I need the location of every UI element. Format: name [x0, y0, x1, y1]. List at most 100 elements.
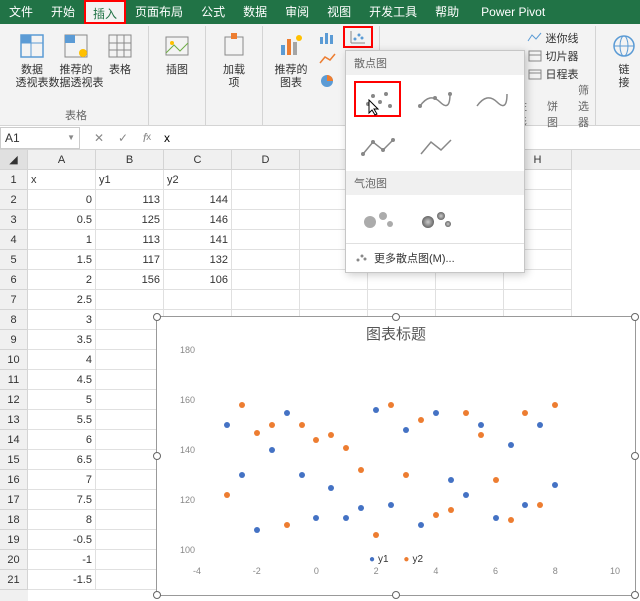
row-header[interactable]: 14 [0, 430, 28, 450]
col-header[interactable]: C [164, 150, 232, 170]
enter-formula-button[interactable]: ✓ [112, 128, 134, 148]
resize-handle[interactable] [153, 313, 161, 321]
cell[interactable]: 5 [28, 390, 96, 410]
bubble-3d-option[interactable] [412, 201, 460, 237]
cell[interactable] [436, 270, 504, 290]
cell[interactable]: 3 [28, 310, 96, 330]
row-header[interactable]: 7 [0, 290, 28, 310]
resize-handle[interactable] [392, 313, 400, 321]
row-header[interactable]: 5 [0, 250, 28, 270]
cell[interactable] [96, 410, 164, 430]
cell[interactable] [300, 270, 368, 290]
recommended-charts-button[interactable]: 推荐的 图表 [269, 26, 313, 94]
cell[interactable] [368, 290, 436, 310]
cell[interactable]: -1 [28, 550, 96, 570]
row-header[interactable]: 8 [0, 310, 28, 330]
row-header[interactable]: 21 [0, 570, 28, 590]
scatter-smooth-option[interactable] [411, 81, 458, 117]
pivot-table-button[interactable]: 数据 透视表 [10, 26, 54, 94]
cell[interactable] [96, 290, 164, 310]
tab-powerpivot[interactable]: Power Pivot [472, 0, 554, 24]
tab-layout[interactable]: 页面布局 [126, 0, 192, 24]
cell[interactable]: -1.5 [28, 570, 96, 590]
pictures-button[interactable]: 插图 [155, 26, 199, 81]
col-header[interactable]: A [28, 150, 96, 170]
slicer-button[interactable]: 切片器 [527, 48, 579, 64]
resize-handle[interactable] [631, 452, 639, 460]
scatter-smooth-nomarker-option[interactable] [469, 81, 516, 117]
cell[interactable] [96, 330, 164, 350]
column-chart-button[interactable] [313, 26, 343, 48]
row-header[interactable]: 16 [0, 470, 28, 490]
cell[interactable]: 6.5 [28, 450, 96, 470]
cell[interactable]: 1 [28, 230, 96, 250]
tab-file[interactable]: 文件 [0, 0, 42, 24]
cell[interactable]: 141 [164, 230, 232, 250]
row-header[interactable]: 4 [0, 230, 28, 250]
cell[interactable]: y2 [164, 170, 232, 190]
cell[interactable]: 1.5 [28, 250, 96, 270]
cell[interactable]: 2.5 [28, 290, 96, 310]
cell[interactable]: 5.5 [28, 410, 96, 430]
cell[interactable] [96, 570, 164, 590]
cancel-formula-button[interactable]: ✕ [88, 128, 110, 148]
cell[interactable] [368, 270, 436, 290]
resize-handle[interactable] [153, 452, 161, 460]
cell[interactable]: 113 [96, 190, 164, 210]
cell[interactable] [232, 210, 300, 230]
cell[interactable]: -0.5 [28, 530, 96, 550]
more-scatter-option[interactable]: 更多散点图(M)... [346, 243, 524, 272]
tab-review[interactable]: 审阅 [276, 0, 318, 24]
resize-handle[interactable] [631, 591, 639, 599]
row-header[interactable]: 19 [0, 530, 28, 550]
row-header[interactable]: 15 [0, 450, 28, 470]
name-box[interactable]: A1▼ [0, 127, 80, 149]
cell[interactable]: 132 [164, 250, 232, 270]
line-chart-button[interactable] [313, 48, 343, 70]
cell[interactable] [96, 530, 164, 550]
timeline-button[interactable]: 日程表 [527, 66, 579, 82]
row-header[interactable]: 1 [0, 170, 28, 190]
cell[interactable] [96, 390, 164, 410]
cell[interactable] [232, 250, 300, 270]
col-header[interactable]: D [232, 150, 300, 170]
tab-dev[interactable]: 开发工具 [360, 0, 426, 24]
row-header[interactable]: 18 [0, 510, 28, 530]
tab-help[interactable]: 帮助 [426, 0, 468, 24]
cell[interactable] [232, 290, 300, 310]
row-header[interactable]: 17 [0, 490, 28, 510]
cell[interactable] [504, 290, 572, 310]
col-header[interactable]: B [96, 150, 164, 170]
cell[interactable]: 113 [96, 230, 164, 250]
cell[interactable] [96, 470, 164, 490]
cell[interactable]: 2 [28, 270, 96, 290]
bubble-option[interactable] [354, 201, 402, 237]
tab-insert[interactable]: 插入 [84, 0, 126, 24]
cell[interactable]: 106 [164, 270, 232, 290]
cell[interactable] [232, 170, 300, 190]
recommended-pivot-button[interactable]: 推荐的 数据透视表 [54, 26, 98, 94]
scatter-lines-option[interactable] [354, 129, 402, 165]
cell[interactable]: 117 [96, 250, 164, 270]
cell[interactable]: 7.5 [28, 490, 96, 510]
tab-view[interactable]: 视图 [318, 0, 360, 24]
row-header[interactable]: 20 [0, 550, 28, 570]
scatter-plain-option[interactable] [354, 81, 401, 117]
row-header[interactable]: 3 [0, 210, 28, 230]
fx-button[interactable]: fx [136, 128, 158, 148]
row-header[interactable]: 10 [0, 350, 28, 370]
cell[interactable]: 0.5 [28, 210, 96, 230]
pie-chart-button[interactable] [313, 70, 343, 92]
cell[interactable]: 144 [164, 190, 232, 210]
resize-handle[interactable] [631, 313, 639, 321]
row-header[interactable]: 9 [0, 330, 28, 350]
cell[interactable]: 156 [96, 270, 164, 290]
cell[interactable] [96, 510, 164, 530]
cell[interactable]: 3.5 [28, 330, 96, 350]
cell[interactable]: 6 [28, 430, 96, 450]
scatter-lines-nomarker-option[interactable] [412, 129, 460, 165]
cell[interactable]: 146 [164, 210, 232, 230]
cell[interactable]: 4.5 [28, 370, 96, 390]
row-header[interactable]: 6 [0, 270, 28, 290]
link-button[interactable]: 链 接 [602, 26, 640, 94]
